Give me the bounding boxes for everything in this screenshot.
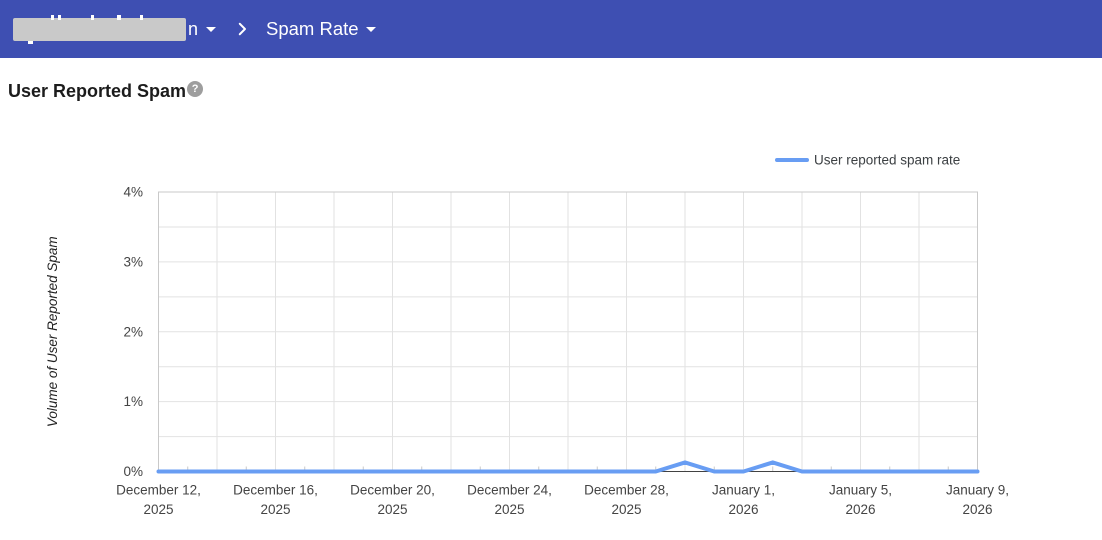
x-tick-label-year: 2025 [143,502,173,517]
domain-suffix-text: n [188,19,199,39]
legend-label: User reported spam rate [814,153,960,168]
x-tick-label: January 1, [712,483,775,498]
x-tick-label-year: 2025 [260,502,290,517]
y-tick-label: 0% [123,464,143,479]
x-tick-label-year: 2025 [494,502,524,517]
x-tick-label: January 5, [829,483,892,498]
y-tick-label: 1% [123,394,143,409]
redacted-text-fragment [58,14,61,20]
chevron-down-icon [206,26,217,32]
x-tick-label: December 16, [233,483,318,498]
redacted-text-fragment [91,14,94,20]
x-tick-label-year: 2025 [611,502,641,517]
report-selector-label: Spam Rate [266,17,359,39]
page-title: User Reported Spam [8,81,187,101]
x-tick-label: December 12, [116,483,201,498]
x-tick-label: December 20, [350,483,435,498]
x-tick-label-year: 2025 [377,502,407,517]
spam-rate-chart: 0% 1% 2% 3% 4% December 12, 2025 December 16, 20… [0,130,1102,540]
redacted-text-fragment [140,14,143,20]
x-tick-label: December 24, [467,483,552,498]
x-tick-label-year: 2026 [728,502,758,517]
domain-selector-dropdown[interactable]: n [13,14,217,44]
redacted-text-fragment [28,40,33,44]
x-tick-label: January 9, [946,483,1009,498]
y-tick-label: 3% [123,254,143,269]
y-axis-title: Volume of User Reported Spam [45,236,60,427]
y-tick-label: 2% [123,324,143,339]
chevron-right-icon [233,20,251,38]
redacted-domain-name [13,14,186,44]
x-tick-label: December 28, [584,483,669,498]
chevron-down-icon [365,26,376,32]
x-tick-label-year: 2026 [962,502,992,517]
redacted-text-fragment [117,14,121,20]
report-selector-dropdown[interactable]: Spam Rate [266,17,376,39]
redacted-text-fragment [51,14,54,20]
chart-canvas: 0% 1% 2% 3% 4% December 12, 2025 December 16, 20… [45,153,1009,518]
x-tick-label-year: 2026 [845,502,875,517]
app-header: n Spam Rate [0,0,1102,58]
y-tick-label: 4% [123,185,143,200]
page-title-row: User Reported Spam ? [8,80,204,102]
help-icon[interactable]: ? [187,81,204,97]
